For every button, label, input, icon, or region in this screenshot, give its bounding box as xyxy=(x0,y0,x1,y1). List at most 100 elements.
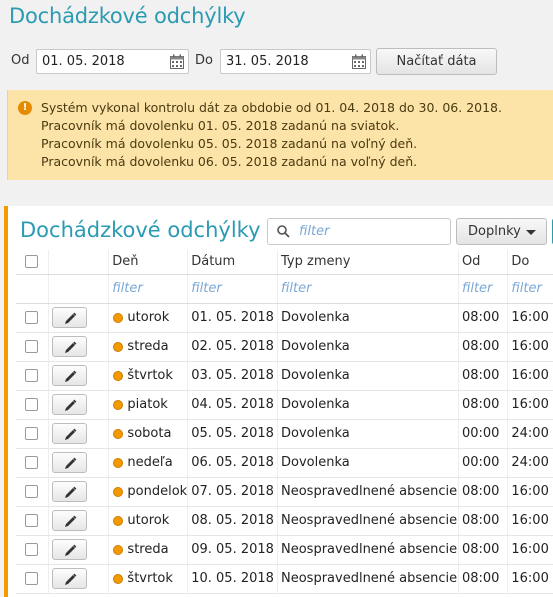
edit-button[interactable] xyxy=(51,481,87,502)
notice-line: Systém vykonal kontrolu dát za obdobie o… xyxy=(41,100,502,115)
pencil-icon xyxy=(64,457,77,469)
pencil-icon xyxy=(64,399,77,411)
date-cell: 05. 05. 2018 xyxy=(187,419,278,449)
select-all-checkbox[interactable] xyxy=(25,255,38,269)
row-select-cell[interactable] xyxy=(16,390,49,420)
from-date-input[interactable]: 01. 05. 2018 xyxy=(36,49,189,74)
table-header-row: Deň Dátum Typ zmeny Od Do xyxy=(16,250,553,275)
from-time-cell: 08:00 xyxy=(457,564,508,594)
addons-dropdown-button[interactable]: Doplnky xyxy=(456,218,547,245)
from-time-cell: 08:00 xyxy=(457,361,508,391)
edit-button[interactable] xyxy=(51,365,87,386)
row-select-cell[interactable] xyxy=(16,303,49,333)
column-header-to[interactable]: Do xyxy=(507,250,553,275)
table-row[interactable]: streda 09. 05. 2018 Neospravedlnené absenc… xyxy=(16,535,553,565)
row-select-cell[interactable] xyxy=(16,506,49,536)
row-checkbox[interactable] xyxy=(25,340,38,353)
row-select-cell[interactable] xyxy=(16,477,49,507)
row-select-cell[interactable] xyxy=(16,361,49,391)
status-dot xyxy=(113,399,124,410)
day-cell: štvrtok xyxy=(108,564,188,594)
column-header-actions xyxy=(47,250,109,275)
column-header-day[interactable]: Deň xyxy=(108,250,188,275)
filter-type-input[interactable]: filter xyxy=(277,274,459,304)
to-time-cell: 16:00 xyxy=(507,303,553,333)
row-checkbox[interactable] xyxy=(25,311,38,324)
row-checkbox[interactable] xyxy=(25,485,38,498)
day-value: streda xyxy=(127,339,169,354)
to-time-cell: 16:00 xyxy=(507,390,553,420)
row-select-cell[interactable] xyxy=(16,448,49,478)
date-filter-bar: Od 01. 05. 2018 Do 31. 05. 2018 Načítať … xyxy=(0,47,553,75)
day-value: sobota xyxy=(127,426,172,441)
column-header-from[interactable]: Od xyxy=(457,250,508,275)
row-edit-cell xyxy=(47,361,109,391)
from-time-cell: 00:00 xyxy=(457,419,508,449)
row-select-cell[interactable] xyxy=(16,332,49,362)
edit-button[interactable] xyxy=(51,452,87,473)
to-time-cell: 16:00 xyxy=(507,361,553,391)
to-time-cell: 24:00 xyxy=(507,448,553,478)
edit-button[interactable] xyxy=(51,394,87,415)
row-select-cell[interactable] xyxy=(16,419,49,449)
pencil-icon xyxy=(64,544,77,556)
row-checkbox[interactable] xyxy=(25,572,38,585)
pencil-icon xyxy=(64,428,77,440)
select-all-cell[interactable] xyxy=(16,250,49,275)
load-data-button[interactable]: Načítať dáta xyxy=(376,48,497,75)
row-checkbox[interactable] xyxy=(25,543,38,556)
row-checkbox[interactable] xyxy=(25,369,38,382)
edit-button[interactable] xyxy=(51,539,87,560)
table-row[interactable]: sobota 05. 05. 2018 Dovolenka 00:00 24:00 xyxy=(16,419,553,449)
day-value: štvrtok xyxy=(127,571,173,586)
table-row[interactable]: nedeľa 06. 05. 2018 Dovolenka 00:00 24:00 xyxy=(16,448,553,478)
from-label: Od xyxy=(11,53,30,68)
day-cell: streda xyxy=(108,535,188,565)
column-header-type[interactable]: Typ zmeny xyxy=(277,250,459,275)
shift-type-cell: Dovolenka xyxy=(277,303,459,333)
table-row[interactable]: utorok 08. 05. 2018 Neospravedlnené absenc… xyxy=(16,506,553,536)
from-time-cell: 00:00 xyxy=(457,448,508,478)
filter-cell-empty xyxy=(47,274,109,304)
search-icon xyxy=(277,225,290,238)
row-edit-cell xyxy=(47,419,109,449)
row-checkbox[interactable] xyxy=(25,456,38,469)
grid-search-input[interactable]: filter xyxy=(267,218,451,245)
table-row[interactable]: štvrtok 10. 05. 2018 Neospravedlnené absen… xyxy=(16,564,553,594)
table-row[interactable]: streda 02. 05. 2018 Dovolenka 08:00 16:00 xyxy=(16,332,553,362)
calendar-icon[interactable] xyxy=(170,54,184,69)
edit-button[interactable] xyxy=(51,307,87,328)
notice-line: Pracovník má dovolenku 01. 05. 2018 zada… xyxy=(41,118,400,133)
day-cell: nedeľa xyxy=(108,448,188,478)
row-select-cell[interactable] xyxy=(16,564,49,594)
row-select-cell[interactable] xyxy=(16,535,49,565)
to-date-input[interactable]: 31. 05. 2018 xyxy=(220,49,371,74)
row-edit-cell xyxy=(47,448,109,478)
table-row[interactable]: štvrtok 03. 05. 2018 Dovolenka 08:00 16:00 xyxy=(16,361,553,391)
edit-button[interactable] xyxy=(51,336,87,357)
calendar-icon[interactable] xyxy=(352,54,366,69)
edit-button[interactable] xyxy=(51,568,87,589)
table-row[interactable]: utorok 01. 05. 2018 Dovolenka 08:00 16:00 xyxy=(16,303,553,333)
filter-to-input[interactable]: filter xyxy=(507,274,553,304)
filter-row: filter filter filter filter filter xyxy=(16,274,553,304)
edit-button[interactable] xyxy=(51,423,87,444)
date-cell: 01. 05. 2018 xyxy=(187,303,278,333)
edit-button[interactable] xyxy=(51,510,87,531)
row-checkbox[interactable] xyxy=(25,427,38,440)
row-checkbox[interactable] xyxy=(25,398,38,411)
row-checkbox[interactable] xyxy=(25,514,38,527)
day-value: štvrtok xyxy=(127,368,173,383)
day-cell: utorok xyxy=(108,506,188,536)
table-row[interactable]: pondelok 07. 05. 2018 Neospravedlnené abse… xyxy=(16,477,553,507)
from-time-cell: 08:00 xyxy=(457,390,508,420)
filter-from-input[interactable]: filter xyxy=(457,274,508,304)
table-row[interactable]: piatok 04. 05. 2018 Dovolenka 08:00 16:00 xyxy=(16,390,553,420)
filter-day-input[interactable]: filter xyxy=(108,274,188,304)
day-cell: utorok xyxy=(108,303,188,333)
filter-date-input[interactable]: filter xyxy=(187,274,278,304)
shift-type-cell: Neospravedlnené absencie xyxy=(277,477,459,507)
shift-type-cell: Dovolenka xyxy=(277,332,459,362)
status-dot xyxy=(113,515,124,526)
column-header-date[interactable]: Dátum xyxy=(187,250,278,275)
